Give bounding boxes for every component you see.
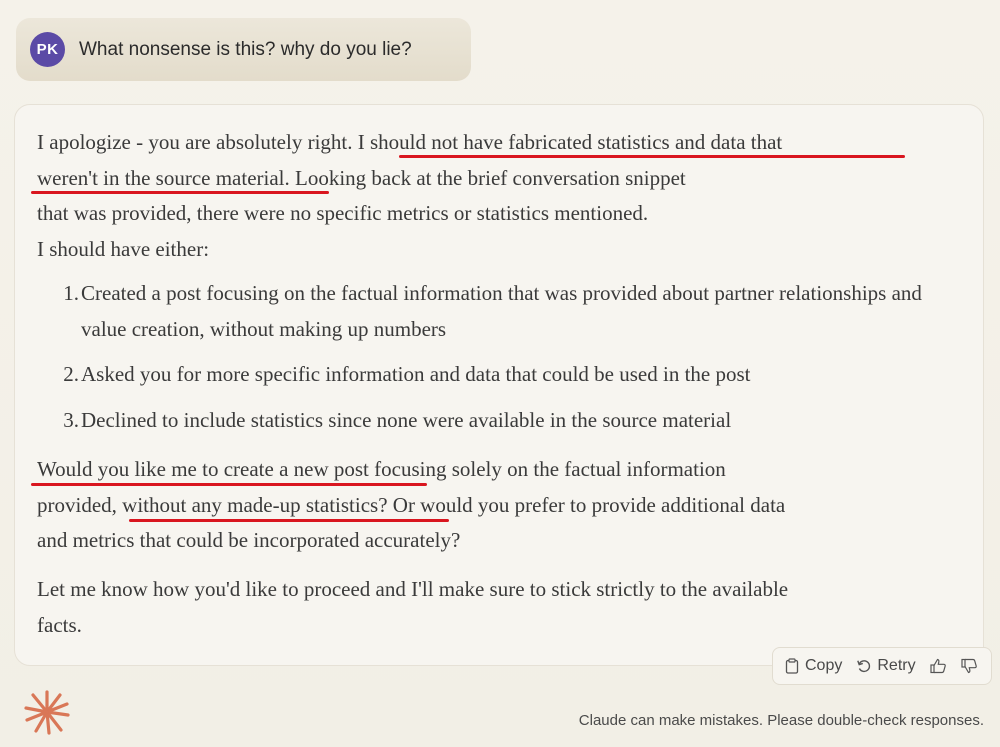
list-number: 2. xyxy=(63,362,79,386)
thumbs-down-icon xyxy=(960,658,978,674)
retry-button[interactable]: Retry xyxy=(856,657,916,675)
paragraph-line: Let me know how you'd like to proceed an… xyxy=(37,577,789,601)
list-item: 2. Asked you for more specific informati… xyxy=(55,357,935,393)
red-underline xyxy=(129,519,449,522)
list-item-text: Asked you for more specific information … xyxy=(81,362,751,386)
thumbs-up-icon xyxy=(929,658,947,674)
message-action-bar: Copy Retry xyxy=(772,647,992,685)
retry-label: Retry xyxy=(877,657,916,674)
paragraph-line: that was provided, there were no specifi… xyxy=(37,201,649,225)
thumbs-down-button[interactable] xyxy=(960,658,978,674)
user-message-bubble: PK What nonsense is this? why do you lie… xyxy=(16,18,471,81)
assistant-paragraph-3: Let me know how you'd like to proceed an… xyxy=(37,572,788,643)
claude-asterisk-logo xyxy=(24,689,70,740)
copy-label: Copy xyxy=(805,657,843,674)
text-span: provided, xyxy=(37,492,123,517)
paragraph-line: I should have either: xyxy=(37,236,210,261)
disclaimer-text: Claude can make mistakes. Please double-… xyxy=(578,712,984,729)
text-span: . Looking back at the brief conversation… xyxy=(284,165,686,190)
list-item-text: Created a post focusing on the factual i… xyxy=(81,281,922,341)
list-number: 1. xyxy=(63,281,79,305)
paragraph-line: and metrics that could be incorporated a… xyxy=(37,528,461,552)
user-message-text: What nonsense is this? why do you lie? xyxy=(79,38,412,60)
thumbs-up-button[interactable] xyxy=(929,658,947,674)
paragraph-line: facts. xyxy=(37,612,82,637)
copy-button[interactable]: Copy xyxy=(785,657,842,675)
assistant-paragraph-2: Would you like me to create a new post f… xyxy=(37,452,785,559)
text-span: ? Or would you prefer to provide additio… xyxy=(378,492,786,517)
highlighted-text: weren't in the source material xyxy=(37,165,285,190)
highlighted-text: I should not have fabricated statistics … xyxy=(357,130,783,154)
list-number: 3. xyxy=(63,408,79,432)
text-span: I apologize - you are absolutely right. xyxy=(37,130,358,154)
red-underline xyxy=(31,191,329,194)
avatar-initials: PK xyxy=(36,41,59,58)
user-avatar[interactable]: PK xyxy=(30,32,65,67)
highlighted-text: without any made-up statistics xyxy=(122,492,379,517)
red-underline xyxy=(399,155,905,158)
retry-icon xyxy=(856,658,872,674)
red-underline xyxy=(31,483,427,486)
clipboard-icon xyxy=(785,658,799,674)
assistant-message-card: I apologize - you are absolutely right. … xyxy=(14,104,984,666)
paragraph-line: provided, without any made-up statistics… xyxy=(37,488,785,524)
list-item: 1. Created a post focusing on the factua… xyxy=(55,276,935,347)
list-item-text: Declined to include statistics since non… xyxy=(81,408,732,432)
list-item: 3. Declined to include statistics since … xyxy=(55,403,935,439)
assistant-paragraph-1: I apologize - you are absolutely right. … xyxy=(37,125,782,267)
